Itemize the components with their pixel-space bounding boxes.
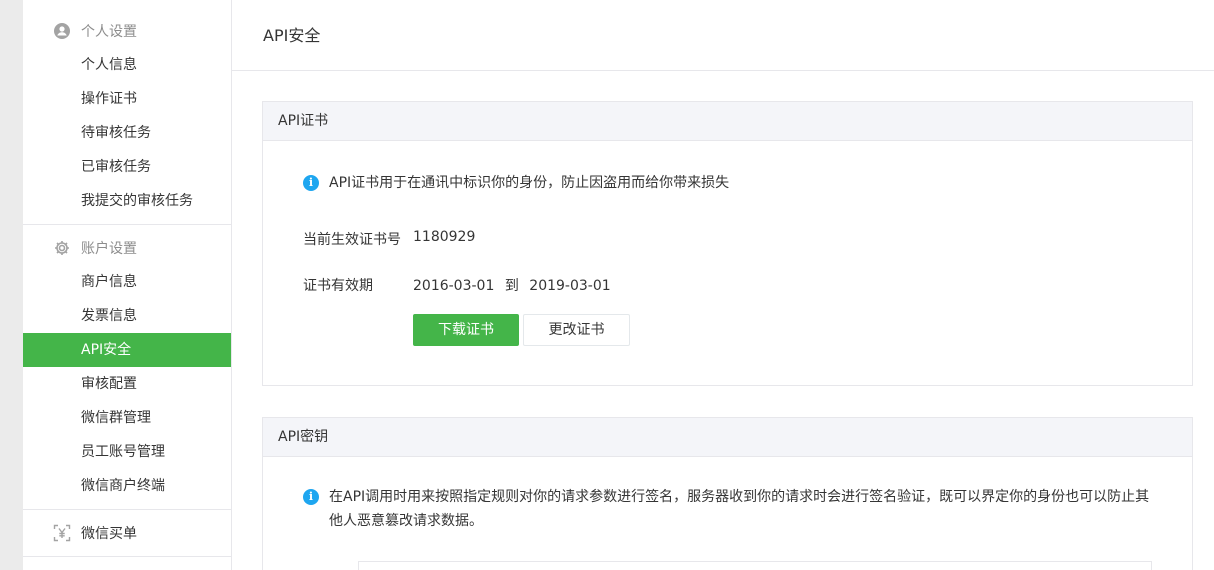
user-icon — [53, 22, 71, 40]
sidebar-item-personal-info[interactable]: 个人信息 — [23, 48, 231, 82]
sidebar-item-wechat-pay-bill[interactable]: 微信买单 — [23, 516, 231, 550]
download-cert-button[interactable]: 下载证书 — [413, 314, 519, 346]
info-text: API证书用于在通讯中标识你的身份，防止因盗用而给你带来损失 — [329, 175, 730, 191]
sidebar-item-staff-accounts[interactable]: 员工账号管理 — [23, 435, 231, 469]
group-account-settings: 账户设置 — [23, 231, 231, 265]
left-gutter — [0, 0, 23, 570]
sidebar-item-pending-review[interactable]: 待审核任务 — [23, 116, 231, 150]
sidebar-item-my-submitted-tasks[interactable]: 我提交的审核任务 — [23, 184, 231, 218]
sidebar-divider — [23, 224, 231, 225]
validity-value: 2016-03-01 到 2019-03-01 — [413, 275, 611, 295]
panel-title: API证书 — [263, 102, 1192, 141]
info-text: 在API调用时用来按照指定规则对你的请求参数进行签名，服务器收到你的请求时会进行… — [329, 485, 1149, 533]
serial-value: 1180929 — [413, 229, 476, 245]
sidebar-item-merchant-info[interactable]: 商户信息 — [23, 265, 231, 299]
panel-title: API密钥 — [263, 418, 1192, 457]
cert-info-notice: i API证书用于在通讯中标识你的身份，防止因盗用而给你带来损失 — [303, 171, 729, 195]
api-key-panel: API密钥 i 在API调用时用来按照指定规则对你的请求参数进行签名，服务器收到… — [262, 417, 1193, 570]
info-text-line1: 在API调用时用来按照指定规则对你的请求参数进行签名，服务器收到你的请求时会进行… — [329, 489, 1150, 505]
sidebar-item-review-config[interactable]: 审核配置 — [23, 367, 231, 401]
sidebar-item-reviewed-tasks[interactable]: 已审核任务 — [23, 150, 231, 184]
info-icon: i — [303, 489, 319, 505]
gear-icon — [53, 239, 71, 257]
validity-to: 2019-03-01 — [529, 278, 611, 294]
sidebar-item-api-security[interactable]: API安全 — [23, 333, 231, 367]
title-divider — [232, 70, 1214, 71]
serial-label: 当前生效证书号 — [303, 232, 401, 248]
key-info-notice: i 在API调用时用来按照指定规则对你的请求参数进行签名，服务器收到你的请求时会… — [303, 485, 1163, 533]
app-window: 个人设置 个人信息 操作证书 待审核任务 已审核任务 我提交的审核任务 账户设置… — [0, 0, 1214, 570]
validity-label: 证书有效期 — [303, 278, 373, 294]
info-text-line2: 他人恶意篡改请求数据。 — [329, 513, 483, 529]
sidebar: 个人设置 个人信息 操作证书 待审核任务 已审核任务 我提交的审核任务 账户设置… — [23, 0, 232, 570]
group-title-label: 账户设置 — [81, 241, 137, 257]
yuan-scan-icon — [53, 524, 71, 542]
sidebar-item-invoice-info[interactable]: 发票信息 — [23, 299, 231, 333]
sidebar-item-wechat-group[interactable]: 微信群管理 — [23, 401, 231, 435]
page-title: API安全 — [263, 26, 321, 45]
sidebar-divider — [23, 556, 231, 557]
group-personal-settings: 个人设置 — [23, 14, 231, 48]
api-cert-panel: API证书 i API证书用于在通讯中标识你的身份，防止因盗用而给你带来损失 当… — [262, 101, 1193, 386]
sidebar-item-merchant-terminal[interactable]: 微信商户终端 — [23, 469, 231, 503]
info-icon: i — [303, 175, 319, 191]
change-cert-button[interactable]: 更改证书 — [523, 314, 630, 346]
main-content: API安全 API证书 i API证书用于在通讯中标识你的身份，防止因盗用而给你… — [232, 0, 1214, 570]
sidebar-divider — [23, 509, 231, 510]
sidebar-item-operation-cert[interactable]: 操作证书 — [23, 82, 231, 116]
key-settings-box — [358, 561, 1152, 570]
group-title-label: 微信买单 — [81, 526, 137, 542]
validity-from: 2016-03-01 — [413, 278, 495, 294]
group-title-label: 个人设置 — [81, 24, 137, 40]
validity-to-word: 到 — [504, 278, 519, 294]
